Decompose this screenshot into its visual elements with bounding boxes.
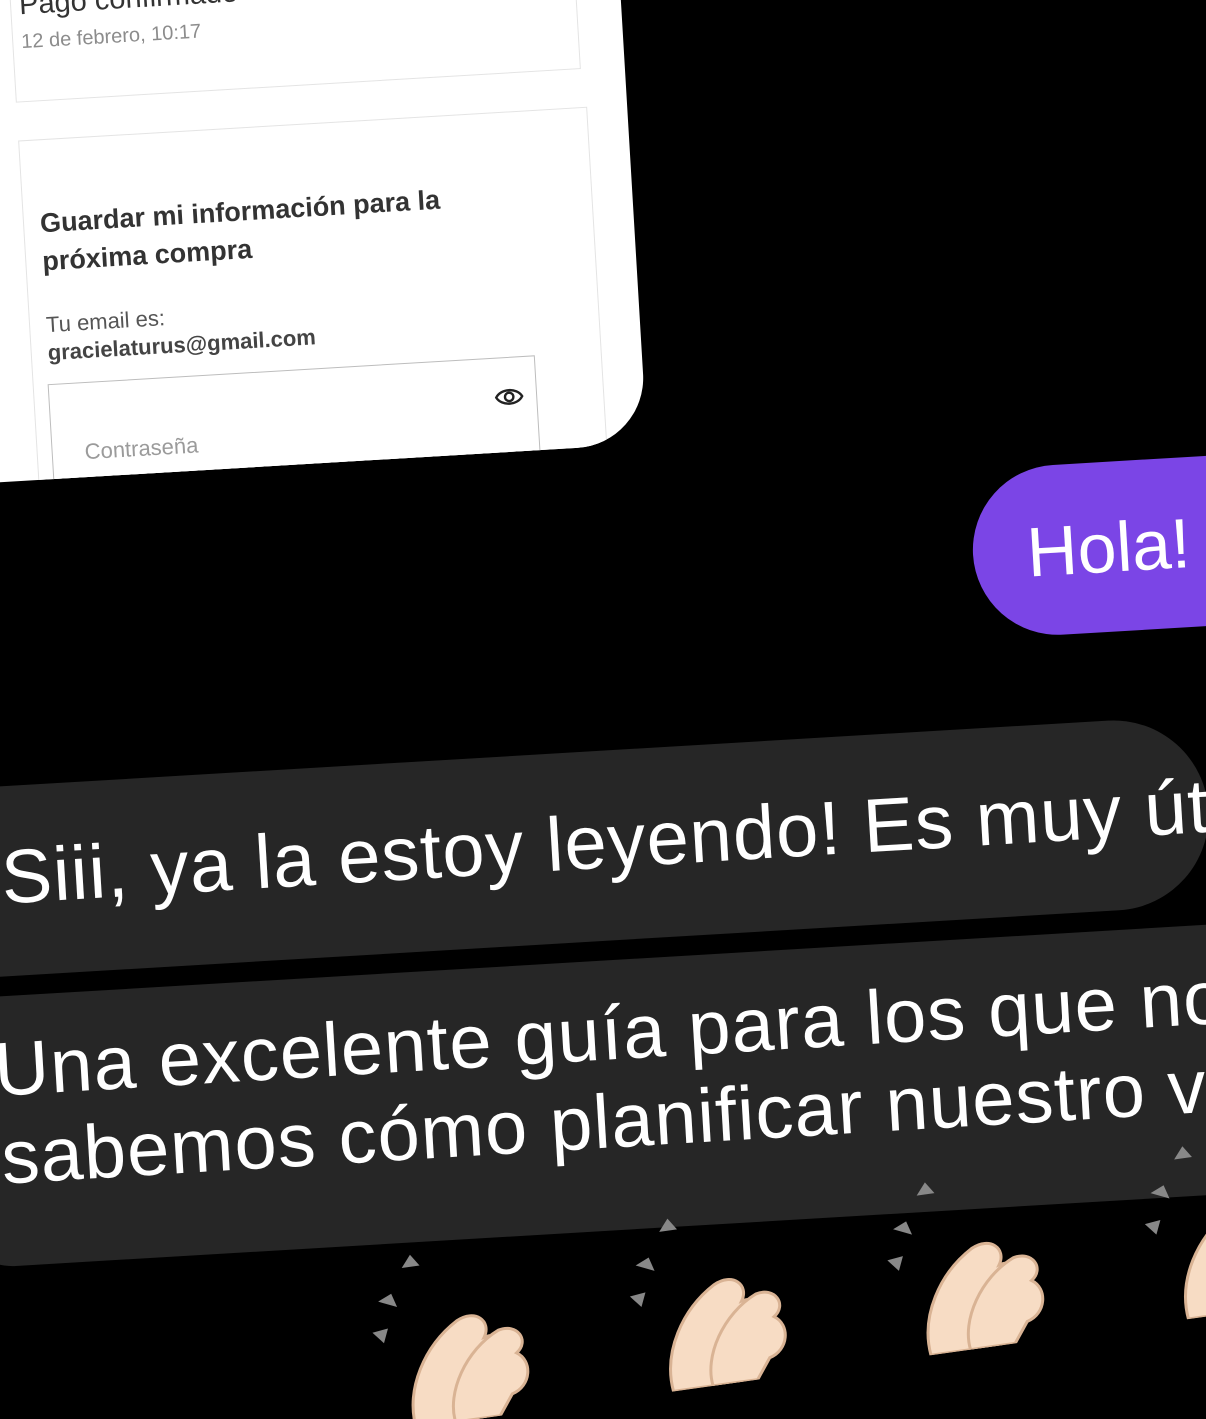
clapping-hands-icon	[887, 1182, 1045, 1357]
payment-date: 12 de febrero, 10:17	[20, 20, 202, 54]
payment-confirmation-box: Pago confirmado 12 de febrero, 10:17	[7, 0, 581, 103]
shared-screenshot-card: Pago confirmado 12 de febrero, 10:17 Gua…	[0, 0, 648, 489]
outgoing-message-bubble[interactable]: Hola!	[968, 451, 1206, 640]
clapping-hands-icon	[372, 1254, 530, 1419]
clapping-hands-icon	[1144, 1146, 1206, 1321]
chat-screenshot: Pago confirmado 12 de febrero, 10:17 Gua…	[0, 0, 1206, 1419]
clapping-hands-icon	[629, 1218, 787, 1394]
password-field[interactable]: Contraseña	[47, 355, 543, 489]
incoming-message-text: Siii, ya la estoy leyendo! Es muy útil!	[0, 760, 1206, 921]
save-info-box: Guardar mi información para la próxima c…	[18, 106, 611, 489]
eye-icon[interactable]	[494, 385, 525, 409]
outgoing-message-text: Hola!	[1024, 504, 1193, 592]
password-placeholder: Contraseña	[83, 432, 199, 465]
payment-status: Pago confirmado	[18, 0, 239, 22]
save-info-title: Guardar mi información para la próxima c…	[39, 184, 441, 277]
